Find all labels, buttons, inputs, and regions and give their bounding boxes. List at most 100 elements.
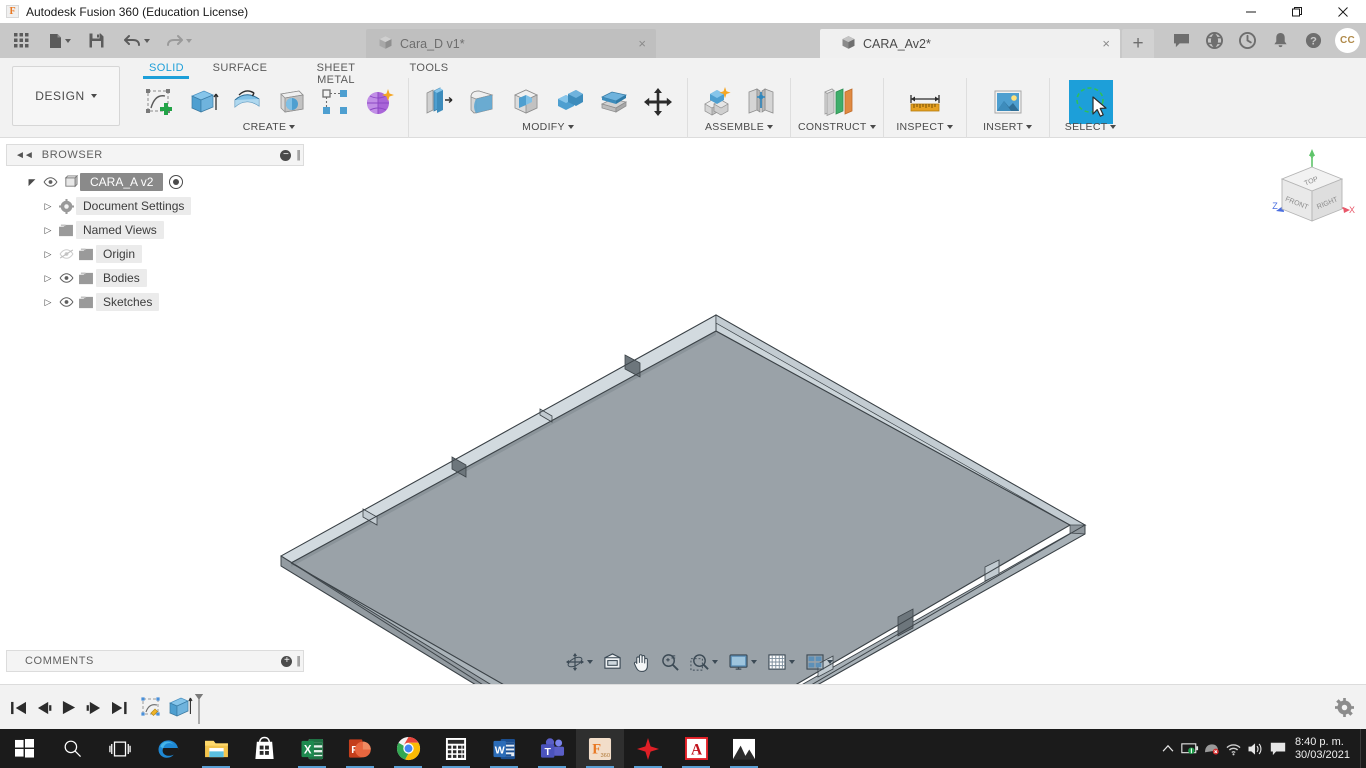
browser-grip-icon[interactable]: ||| xyxy=(296,149,300,161)
acrobat-icon[interactable]: A xyxy=(672,729,720,768)
expand-arrow-icon[interactable]: ▷ xyxy=(40,297,56,308)
timeline-settings-gear-icon[interactable] xyxy=(1335,685,1354,730)
microsoft-store-icon[interactable] xyxy=(240,729,288,768)
play-icon[interactable] xyxy=(56,685,81,730)
visibility-eye-icon[interactable] xyxy=(56,273,76,283)
ribbon-tab-tools[interactable]: TOOLS xyxy=(389,58,469,77)
document-tab-2[interactable]: CARA_Av2* × xyxy=(820,29,1120,58)
create-form-icon[interactable] xyxy=(357,80,401,124)
chevron-down-icon[interactable] xyxy=(1110,125,1117,129)
tree-node-origin[interactable]: ▷ Origin xyxy=(6,242,304,266)
step-forward-icon[interactable] xyxy=(81,685,106,730)
chevron-down-icon[interactable] xyxy=(751,660,757,664)
go-to-end-icon[interactable] xyxy=(106,685,131,730)
chevron-down-icon[interactable] xyxy=(1026,125,1033,129)
search-icon[interactable] xyxy=(48,729,96,768)
chevron-down-icon[interactable] xyxy=(767,125,773,129)
chevron-down-icon[interactable] xyxy=(587,660,593,664)
orbit-icon[interactable] xyxy=(563,653,596,671)
volume-icon[interactable] xyxy=(1245,729,1267,768)
ribbon-panel-create-label[interactable]: CREATE xyxy=(243,121,296,133)
wifi-icon[interactable] xyxy=(1223,729,1245,768)
tree-node-bodies[interactable]: ▷ Bodies xyxy=(6,266,304,290)
comments-grip-icon[interactable]: ||| xyxy=(296,655,300,667)
sweep-icon[interactable] xyxy=(269,80,313,124)
joint-icon[interactable] xyxy=(739,80,783,124)
new-document-tab-button[interactable]: + xyxy=(1122,29,1154,58)
document-tab-1[interactable]: Cara_D v1* × xyxy=(366,29,656,58)
chevron-down-icon[interactable] xyxy=(90,94,97,98)
maximize-icon[interactable] xyxy=(1274,0,1320,23)
minimize-icon[interactable] xyxy=(1228,0,1274,23)
visibility-eye-icon[interactable] xyxy=(40,177,60,187)
chevron-down-icon[interactable] xyxy=(827,660,833,664)
chevron-down-icon[interactable] xyxy=(869,125,876,129)
go-to-beginning-icon[interactable] xyxy=(6,685,31,730)
chevron-down-icon[interactable] xyxy=(289,125,296,129)
tree-node-named-views[interactable]: ▷ Named Views xyxy=(6,218,304,242)
new-component-icon[interactable] xyxy=(695,80,739,124)
chevron-down-icon[interactable] xyxy=(946,125,953,129)
ribbon-tab-solid[interactable]: SOLID xyxy=(135,58,197,79)
combine-icon[interactable] xyxy=(548,80,592,124)
tree-node-document-settings[interactable]: ▷ Document Settings xyxy=(6,194,304,218)
file-explorer-icon[interactable] xyxy=(192,729,240,768)
chevron-down-icon[interactable] xyxy=(789,660,795,664)
ribbon-tab-surface[interactable]: SURFACE xyxy=(197,58,283,77)
visibility-eye-icon[interactable] xyxy=(56,297,76,307)
ribbon-panel-insert-label[interactable]: INSERT xyxy=(983,121,1033,133)
redo-icon[interactable] xyxy=(160,23,198,58)
ribbon-panel-modify-label[interactable]: MODIFY xyxy=(522,121,574,133)
look-at-icon[interactable] xyxy=(600,653,625,671)
calculator-icon[interactable] xyxy=(432,729,480,768)
insert-image-icon[interactable] xyxy=(986,80,1030,124)
split-face-icon[interactable] xyxy=(592,80,636,124)
help-icon[interactable]: ? xyxy=(1297,23,1330,58)
show-hidden-icons[interactable] xyxy=(1157,729,1179,768)
expand-arrow-icon[interactable]: ▷ xyxy=(40,273,56,284)
browser-minimize-icon[interactable]: − xyxy=(280,149,292,161)
timeline-sketch-feature[interactable] xyxy=(138,691,166,725)
zoom-icon[interactable] xyxy=(658,653,682,671)
show-desktop-button[interactable] xyxy=(1360,729,1366,768)
select-lasso-icon[interactable] xyxy=(1068,80,1113,124)
visibility-eye-off-icon[interactable] xyxy=(56,249,76,259)
offset-plane-icon[interactable] xyxy=(815,80,859,124)
tree-node-cara-a[interactable]: ◤ CARA_A v2 xyxy=(6,170,304,194)
expand-arrow-icon[interactable]: ▷ xyxy=(40,201,56,212)
viewports-icon[interactable] xyxy=(803,654,836,670)
chevron-down-icon[interactable] xyxy=(186,38,192,43)
measure-icon[interactable] xyxy=(903,80,947,124)
ribbon-panel-assemble-label[interactable]: ASSEMBLE xyxy=(705,121,773,133)
start-button[interactable] xyxy=(0,729,48,768)
word-icon[interactable]: W xyxy=(480,729,528,768)
app-grid-icon[interactable] xyxy=(8,23,35,58)
expand-arrow-icon[interactable]: ◤ xyxy=(24,177,40,188)
activate-component-radio[interactable] xyxy=(169,175,184,189)
history-clock-icon[interactable] xyxy=(1231,23,1264,58)
document-tab-2-close-icon[interactable]: × xyxy=(1102,37,1110,50)
excel-icon[interactable]: X xyxy=(288,729,336,768)
workspace-switcher[interactable]: DESIGN xyxy=(12,66,120,126)
chevron-down-icon[interactable] xyxy=(712,660,718,664)
zoom-window-icon[interactable] xyxy=(687,653,721,672)
viewcube[interactable]: Y Z X TOP FRONT RIGHT xyxy=(1264,145,1360,241)
chrome-icon[interactable] xyxy=(384,729,432,768)
ribbon-panel-inspect-label[interactable]: INSPECT xyxy=(896,121,953,133)
extrude-icon[interactable] xyxy=(181,80,225,124)
chevron-down-icon[interactable] xyxy=(144,38,150,43)
step-back-icon[interactable] xyxy=(31,685,56,730)
move-copy-icon[interactable] xyxy=(636,80,680,124)
display-settings-icon[interactable] xyxy=(726,653,760,671)
comment-icon[interactable] xyxy=(1165,23,1198,58)
fillet-icon[interactable] xyxy=(460,80,504,124)
tree-node-sketches[interactable]: ▷ Sketches xyxy=(6,290,304,314)
ribbon-panel-construct-label[interactable]: CONSTRUCT xyxy=(798,121,876,133)
revolve-icon[interactable] xyxy=(225,80,269,124)
collapse-left-icon[interactable]: ◄◄ xyxy=(15,150,34,161)
new-file-icon[interactable] xyxy=(43,23,77,58)
timeline-marker[interactable] xyxy=(194,691,204,725)
task-view-icon[interactable] xyxy=(96,729,144,768)
pattern-icon[interactable] xyxy=(313,80,357,124)
comments-add-icon[interactable]: + xyxy=(281,655,293,667)
